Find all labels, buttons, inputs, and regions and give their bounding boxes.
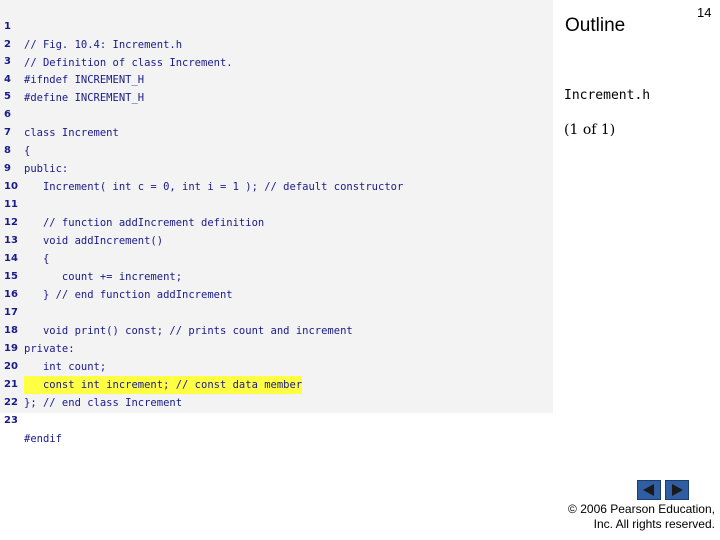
code-line-20: 20 const int increment; // const data me… <box>0 340 553 394</box>
code-line-3: 3 #ifndef INCREMENT_H <box>0 35 553 86</box>
code-line-4: 4 #define INCREMENT_H <box>0 53 553 104</box>
outline-heading: Outline <box>565 15 626 36</box>
code-line-8: 8 public: <box>0 124 553 175</box>
line-number: 23 <box>4 415 18 426</box>
previous-slide-button[interactable] <box>637 480 661 500</box>
triangle-right-icon <box>672 484 683 496</box>
copyright-line-1: © 2006 Pearson Education, <box>568 502 715 516</box>
code-line-6: 6 class Increment <box>0 88 553 139</box>
triangle-left-icon <box>643 484 654 496</box>
code-listing-panel: 1 // Fig. 10.4: Increment.h 2 // Definit… <box>0 0 553 445</box>
code-line-21: 21 }; // end class Increment <box>0 358 553 409</box>
code-line-9: 9 Increment( int c = 0, int i = 1 ); // … <box>0 142 553 193</box>
code-line-18: 18 private: <box>0 304 553 355</box>
code-line-19: 19 int count; <box>0 322 553 373</box>
page-count-label: (1 of 1) <box>564 122 616 138</box>
code-line-14: 14 count += increment; <box>0 232 553 283</box>
code-line-23: 23 #endif <box>0 394 553 445</box>
slide-number: 14 <box>697 5 712 20</box>
next-slide-button[interactable] <box>665 480 689 500</box>
code-line-5: 5 <box>0 70 553 102</box>
copyright-line-2: Inc. All rights reserved. <box>593 517 715 531</box>
code-line-12: 12 void addIncrement() <box>0 196 553 247</box>
code-line-22: 22 <box>0 376 553 408</box>
code-line-16: 16 <box>0 268 553 300</box>
copyright-notice: © 2006 Pearson Education, Inc. All right… <box>555 502 715 532</box>
code-line-17: 17 void print() const; // prints count a… <box>0 286 553 337</box>
code-line-1: 1 // Fig. 10.4: Increment.h <box>0 0 553 51</box>
code-line-2: 2 // Definition of class Increment. <box>0 18 553 69</box>
code-line-13: 13 { <box>0 214 553 265</box>
code-line-10: 10 <box>0 160 553 192</box>
code-line-7: 7 { <box>0 106 553 157</box>
file-name-label: Increment.h <box>564 88 651 103</box>
code-line-11: 11 // function addIncrement definition <box>0 178 553 229</box>
code-text: #endif <box>24 433 62 445</box>
code-line-15: 15 } // end function addIncrement <box>0 250 553 301</box>
